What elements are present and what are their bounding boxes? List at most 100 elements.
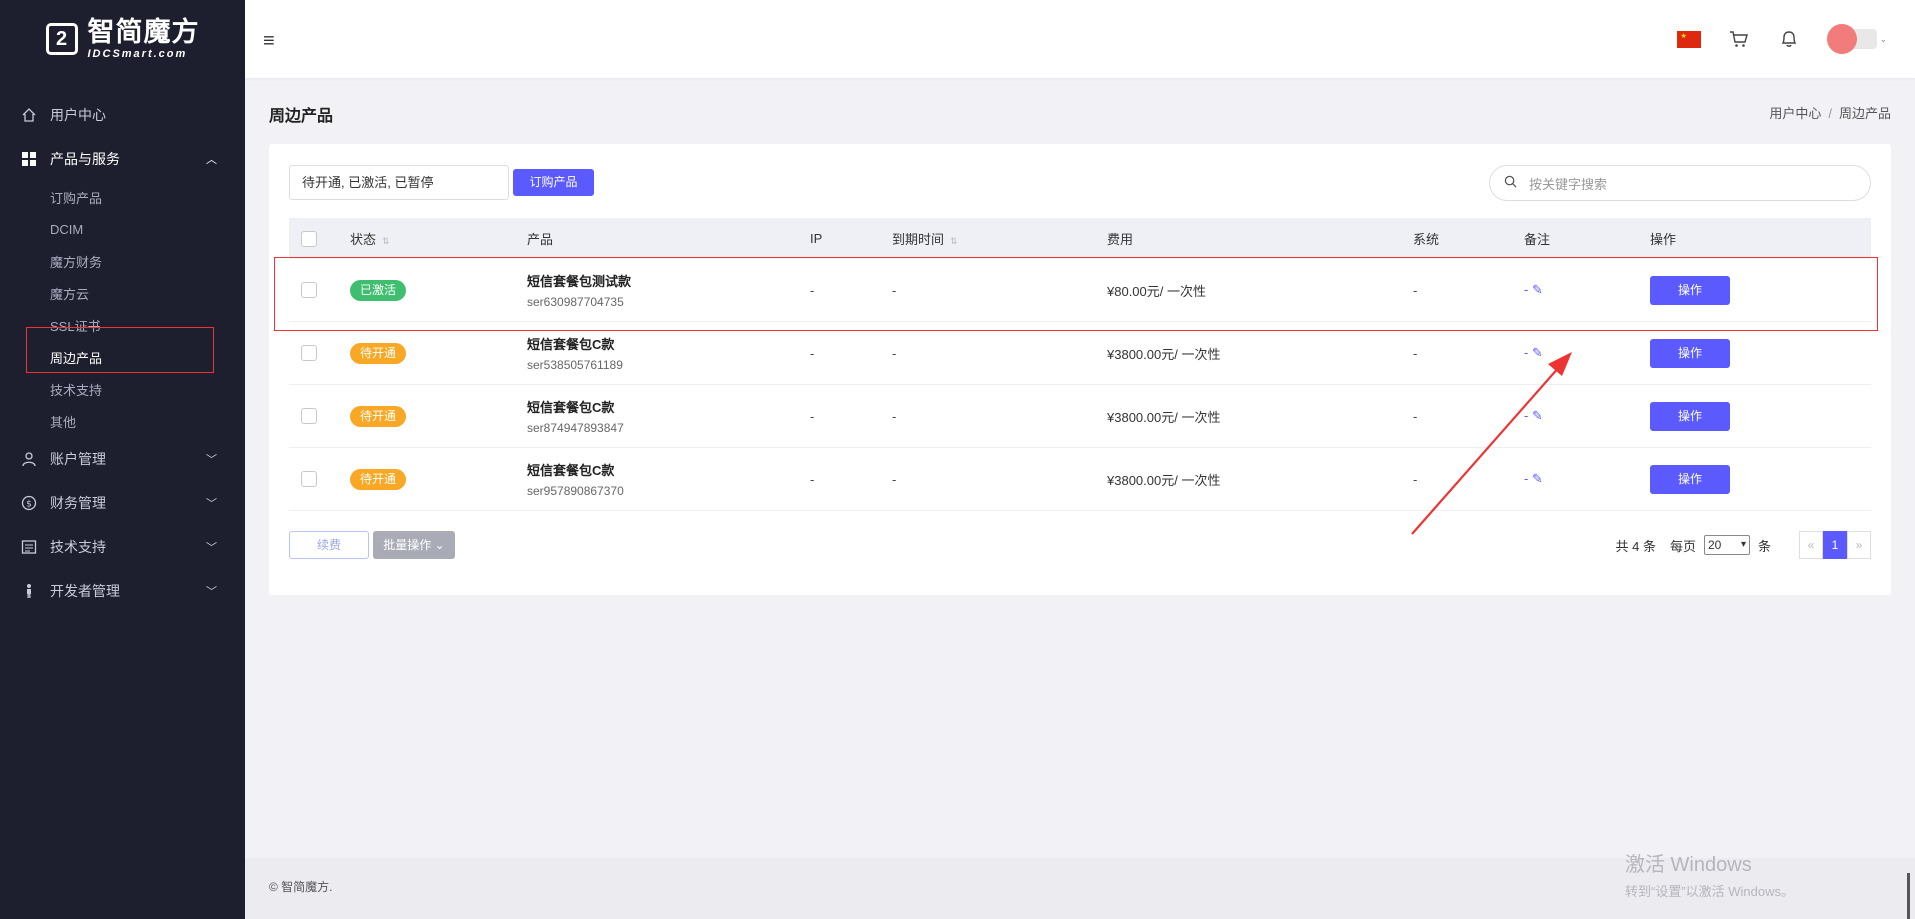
annotation-arrow (1411, 352, 1572, 535)
chevron-down-icon[interactable]: ⌄ (1879, 34, 1887, 45)
header-system: 系统 (1413, 232, 1440, 247)
sort-icon[interactable]: ⇅ (382, 236, 390, 246)
submenu-item-mofang-cloud[interactable]: 魔方云 (0, 277, 245, 309)
pagination: 共 4 条 每页 20 ▾ 条 « 1 » (1615, 531, 1871, 559)
product-name[interactable]: 短信套餐包C款 (527, 397, 810, 416)
product-id: ser630987704735 (527, 295, 624, 309)
expiry-cell: - (892, 282, 897, 298)
next-page-button[interactable]: » (1847, 531, 1871, 559)
sidebar-item-account[interactable]: 账户管理 ﹀ (0, 437, 245, 481)
sidebar-item-label: 用户中心 (50, 107, 106, 123)
submenu-item-order-products[interactable]: 订购产品 (0, 181, 245, 213)
breadcrumb-separator: / (1828, 106, 1832, 121)
operate-button[interactable]: 操作 (1650, 338, 1730, 368)
submenu-item-mofang-finance[interactable]: 魔方财务 (0, 245, 245, 277)
sidebar-item-support[interactable]: 技术支持 ﹀ (0, 525, 245, 569)
sidebar-item-label: 产品与服务 (50, 151, 120, 167)
products-table: 状态 ⇅ 产品 IP 到期时间 ⇅ 费用 系统 备注 操作 已激活 短信套餐包测试款… (289, 218, 1871, 511)
page-number-button[interactable]: 1 (1823, 531, 1847, 559)
expiry-cell: - (892, 345, 897, 361)
document-icon (20, 538, 38, 556)
submenu-item-other[interactable]: 其他 (0, 405, 245, 437)
home-icon (20, 106, 38, 124)
sort-icon[interactable]: ⇅ (950, 236, 958, 246)
table-row: 已激活 短信套餐包测试款 ser630987704735 - - ¥80.00元… (289, 259, 1871, 322)
product-name[interactable]: 短信套餐包C款 (527, 334, 810, 353)
product-id: ser874947893847 (527, 421, 624, 435)
product-name[interactable]: 短信套餐包测试款 (527, 271, 810, 290)
operate-button[interactable]: 操作 (1650, 275, 1730, 305)
sidebar-item-label: 技术支持 (50, 539, 106, 555)
sidebar-item-finance[interactable]: $ 财务管理 ﹀ (0, 481, 245, 525)
submenu-item-tech-support[interactable]: 技术支持 (0, 373, 245, 405)
fee-cell: ¥80.00元/ 一次性 (1107, 283, 1206, 299)
row-checkbox[interactable] (301, 408, 317, 424)
scrollbar[interactable] (1907, 873, 1910, 919)
table-footer: 续费 批量操作 ⌄ 共 4 条 每页 20 ▾ 条 « 1 » (289, 531, 1871, 561)
chevron-down-icon: ▾ (1740, 539, 1746, 550)
submenu-item-dcim[interactable]: DCIM (0, 213, 245, 245)
breadcrumb-current: 周边产品 (1838, 106, 1891, 121)
search-input[interactable]: 按关键字搜索 (1529, 174, 1607, 193)
total-value: 4 (1632, 538, 1640, 554)
batch-operation-button[interactable]: 批量操作 ⌄ (373, 531, 455, 559)
products-card: 待开通, 已激活, 已暂停 订购产品 按关键字搜索 状态 ⇅ 产品 IP 到期时间… (269, 144, 1891, 595)
header-expiry[interactable]: 到期时间 (892, 232, 944, 247)
page-size-select[interactable]: 20 ▾ (1703, 535, 1750, 555)
dollar-circle-icon: $ (20, 494, 38, 512)
select-all-checkbox[interactable] (301, 230, 317, 247)
watermark-line1: 激活 Windows (1625, 854, 1752, 876)
table-row: 待开通 短信套餐包C款 ser874947893847 - - ¥3800.00… (289, 385, 1871, 448)
status-badge: 待开通 (350, 405, 407, 427)
status-badge: 待开通 (350, 468, 407, 490)
svg-text:$: $ (26, 500, 32, 510)
product-id: ser538505761189 (527, 358, 623, 372)
logo-text-en: IDCSmart.com (87, 47, 188, 60)
hamburger-icon[interactable]: ≡ (263, 30, 275, 53)
search-box[interactable]: 按关键字搜索 (1489, 165, 1871, 201)
sidebar-item-products-services[interactable]: 产品与服务 ︿ (0, 137, 245, 181)
avatar[interactable] (1827, 24, 1858, 54)
note-value[interactable]: - (1524, 282, 1528, 297)
sidebar-item-developer[interactable]: 开发者管理 ﹀ (0, 569, 245, 613)
top-header: ≡ ⌄ (245, 0, 1915, 78)
chevron-down-icon: ﹀ (206, 542, 217, 554)
row-checkbox[interactable] (301, 282, 317, 298)
copyright: © 智简魔方. (269, 880, 333, 894)
person-icon (20, 582, 38, 600)
breadcrumb-link-user-center[interactable]: 用户中心 (1769, 106, 1821, 121)
batch-operation-label: 批量操作 (383, 538, 432, 552)
status-badge: 已激活 (350, 279, 407, 301)
operate-button[interactable]: 操作 (1650, 464, 1730, 494)
bell-icon[interactable] (1777, 27, 1801, 51)
edit-pencil-icon[interactable]: ✎ (1532, 282, 1543, 297)
logo-mark-icon: 2 (45, 23, 78, 55)
chevron-up-icon: ︿ (206, 154, 217, 166)
page-size-value: 20 (1707, 538, 1722, 552)
operate-button[interactable]: 操作 (1650, 401, 1730, 431)
per-page-suffix: 条 (1757, 538, 1771, 554)
status-badge: 待开通 (350, 342, 407, 364)
search-icon (1504, 175, 1517, 191)
china-flag-icon[interactable] (1677, 30, 1702, 48)
page-title: 周边产品 (269, 108, 334, 125)
row-checkbox[interactable] (301, 345, 317, 361)
renew-button[interactable]: 续费 (289, 531, 369, 559)
header-product: 产品 (527, 232, 554, 247)
chevron-down-icon: ﹀ (206, 586, 217, 598)
product-name[interactable]: 短信套餐包C款 (527, 460, 810, 479)
sidebar-item-user-center[interactable]: 用户中心 (0, 93, 245, 137)
sidebar: 2 智简魔方 IDCSmart.com 用户中心 产品与服务 ︿ 订购产品 DC… (0, 0, 245, 919)
sidebar-item-label: 财务管理 (50, 495, 106, 511)
prev-page-button[interactable]: « (1799, 531, 1823, 559)
breadcrumb: 用户中心 / 周边产品 (1769, 103, 1891, 122)
order-product-button[interactable]: 订购产品 (513, 169, 594, 196)
system-cell: - (1413, 282, 1418, 298)
logo[interactable]: 2 智简魔方 IDCSmart.com (0, 0, 245, 78)
header-status[interactable]: 状态 (350, 232, 376, 247)
annotation-highlight-box (26, 327, 214, 373)
status-filter-select[interactable]: 待开通, 已激活, 已暂停 (289, 165, 509, 200)
cart-icon[interactable] (1727, 27, 1751, 51)
row-checkbox[interactable] (301, 471, 317, 487)
header-fee: 费用 (1107, 232, 1134, 247)
